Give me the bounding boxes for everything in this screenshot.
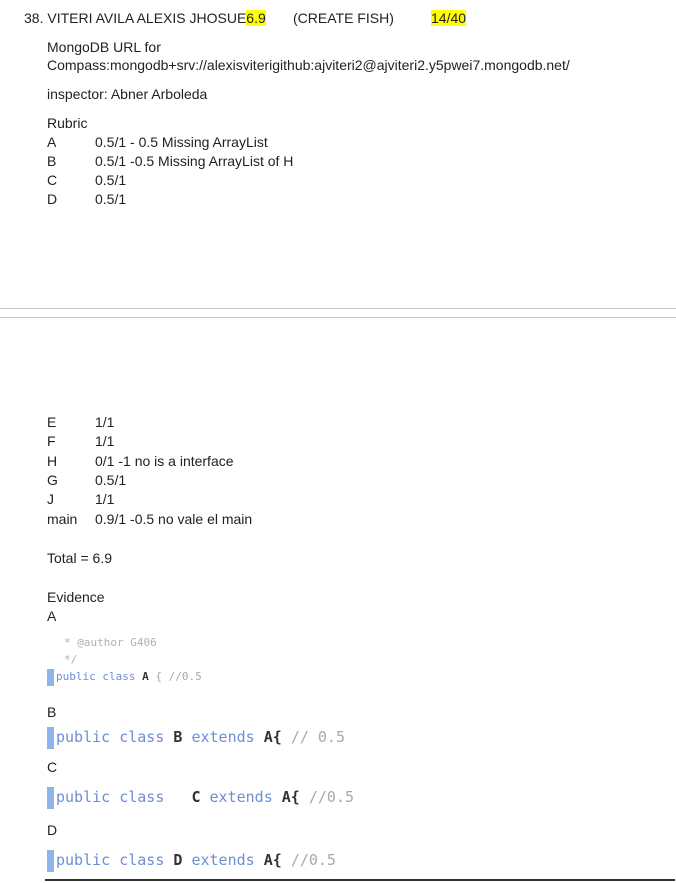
evidence-label-c: C — [47, 759, 58, 775]
student-name: VITERI AVILA ALEXIS JHOSUE — [47, 10, 247, 26]
evidence-c-code: public class C extends A{ //0.5 — [47, 786, 354, 809]
text-cursor — [47, 726, 54, 749]
rubric-key: D — [47, 191, 58, 207]
rubric-key: E — [47, 414, 57, 430]
rubric-value: 0.5/1 — [95, 172, 127, 188]
rubric-key: F — [47, 433, 56, 449]
page-break-line — [0, 317, 676, 318]
total-score: Total = 6.9 — [47, 550, 112, 566]
evidence-d-code: public class D extends A{ //0.5 — [47, 849, 336, 872]
mongo-url: Compass:mongodb+srv://alexisviterigithub… — [47, 57, 570, 73]
text-cursor — [47, 668, 54, 686]
position-badge: 14/40 — [431, 10, 467, 26]
rubric-value: 1/1 — [95, 491, 115, 507]
rubric-value: 0.5/1 -0.5 Missing ArrayList of H — [95, 153, 294, 169]
rubric-value: 0.5/1 - 0.5 Missing ArrayList — [95, 134, 268, 150]
rubric-value: 0.9/1 -0.5 no vale el main — [95, 511, 253, 527]
rubric-key: A — [47, 134, 57, 150]
assignment-title: (CREATE FISH) — [293, 10, 394, 26]
rubric-value: 0.5/1 — [95, 472, 127, 488]
rubric-value: 1/1 — [95, 414, 115, 430]
rubric-value: 0/1 -1 no is a interface — [95, 453, 234, 469]
bottom-rule — [45, 879, 675, 881]
rubric-title: Rubric — [47, 115, 88, 131]
inspector: inspector: Abner Arboleda — [47, 86, 208, 102]
evidence-a-code: public class A { //0.5 — [47, 668, 202, 686]
entry-number: 38. — [24, 10, 44, 26]
text-cursor — [47, 849, 54, 872]
evidence-label-a: A — [47, 608, 57, 624]
rubric-key: C — [47, 172, 58, 188]
page-break-line — [0, 308, 676, 309]
mongo-url-label: MongoDB URL for — [47, 39, 161, 55]
grade-badge: 6.9 — [246, 10, 266, 26]
rubric-key: B — [47, 153, 57, 169]
header-line: 38. VITERI AVILA ALEXIS JHOSUE6.9 — [24, 10, 266, 26]
rubric-key: J — [47, 491, 54, 507]
evidence-a-comment-line: * @author G406 — [64, 636, 157, 649]
rubric-key: main — [47, 511, 78, 527]
rubric-key: G — [47, 472, 58, 488]
text-cursor — [47, 786, 54, 809]
evidence-label-d: D — [47, 822, 58, 838]
rubric-value: 1/1 — [95, 433, 115, 449]
evidence-a-comment-end: */ — [64, 653, 78, 666]
rubric-value: 0.5/1 — [95, 191, 127, 207]
rubric-key: H — [47, 453, 58, 469]
evidence-b-code: public class B extends A{ // 0.5 — [47, 726, 345, 749]
evidence-title: Evidence — [47, 589, 105, 605]
evidence-label-b: B — [47, 704, 57, 720]
